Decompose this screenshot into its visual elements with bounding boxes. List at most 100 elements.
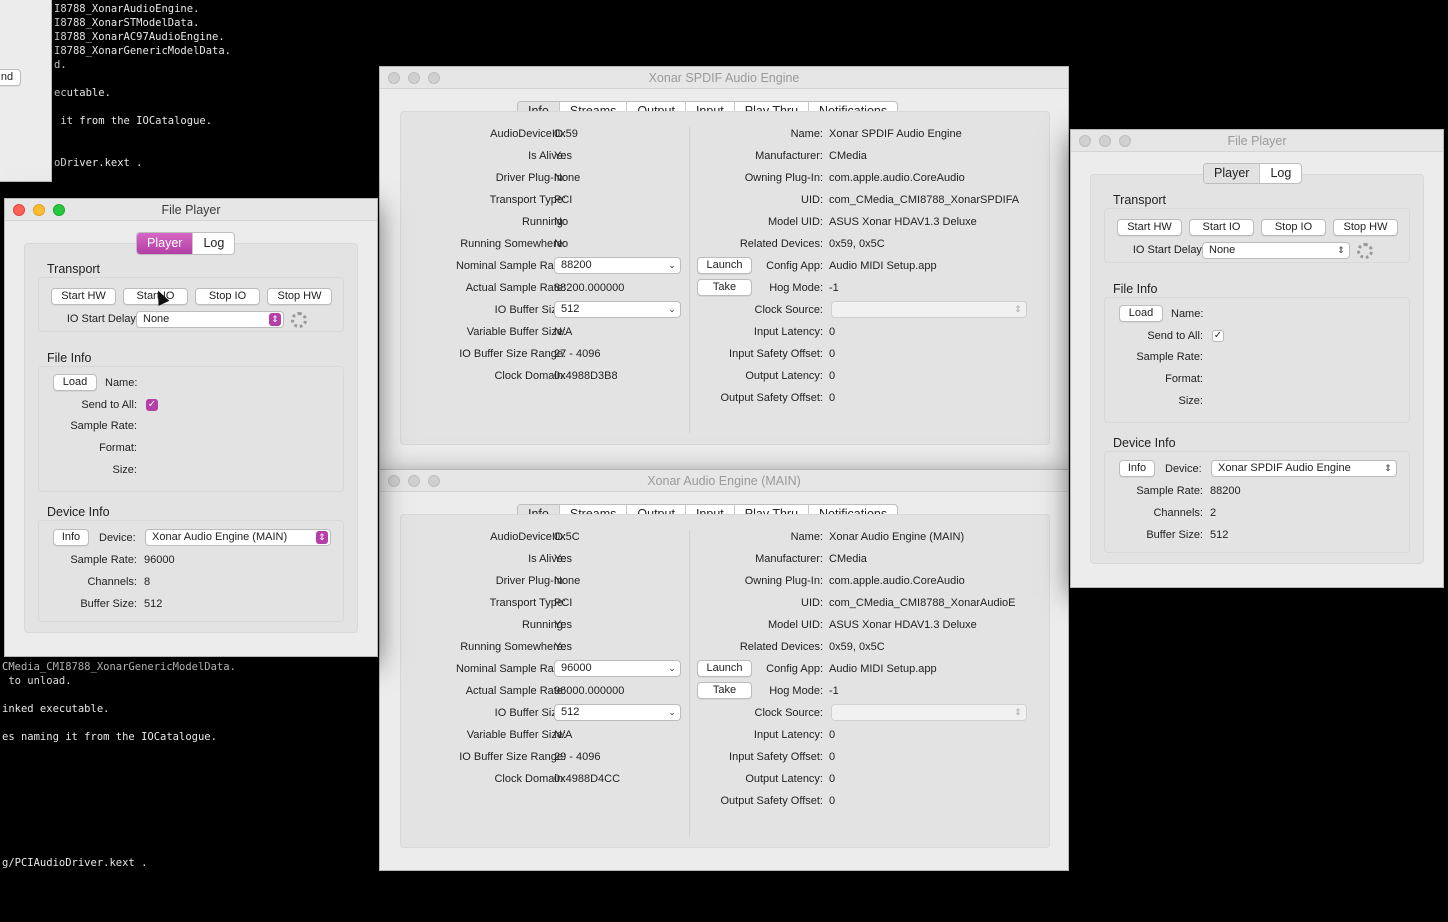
label-name: Name: (790, 128, 823, 140)
io-start-delay-popup[interactable]: None ⇕ (136, 311, 284, 328)
zoom-window-button[interactable] (53, 204, 65, 216)
clock-source-popup[interactable]: ⇕ (831, 704, 1027, 721)
size-label: Size: (112, 464, 137, 476)
background-window-fragment: nd (0, 0, 52, 182)
device-info-title: Device Info (1113, 436, 1176, 450)
io-buffer-size-value: 512 (561, 706, 580, 718)
stop-io-button[interactable]: Stop IO (195, 288, 260, 305)
model-uid-value: ASUS Xonar HDAV1.3 Deluxe (829, 619, 977, 631)
file-info-title: File Info (47, 351, 92, 365)
minimize-window-button[interactable] (408, 475, 420, 487)
label-model-uid: Model UID: (767, 619, 823, 631)
tab-log[interactable]: Log (192, 233, 234, 254)
label-clock-source: Clock Source: (754, 707, 823, 719)
clock-source-popup[interactable]: ⇕ (831, 301, 1027, 318)
io-buffer-size-popup[interactable]: 512 ⌄ (554, 301, 681, 318)
label-actual-sample-rate: Actual Sample Rate: (465, 685, 566, 697)
tab-player[interactable]: Player (137, 233, 193, 254)
transport-title: Transport (47, 262, 101, 276)
label-output-latency: Output Latency: (745, 370, 823, 382)
format-label: Format: (99, 442, 137, 454)
device-sample-rate-label: Sample Rate: (70, 554, 137, 566)
minimize-window-button[interactable] (408, 72, 420, 84)
stop-hw-button[interactable]: Stop HW (267, 288, 332, 305)
input-safety-offset-value: 0 (829, 751, 836, 763)
label-uid: UID: (801, 194, 823, 206)
label-clock-source: Clock Source: (754, 304, 823, 316)
start-hw-button[interactable]: Start HW (1117, 219, 1182, 236)
clock-domain-value: 0x4988D3B8 (554, 370, 618, 382)
io-buffer-size-popup[interactable]: 512 ⌄ (554, 704, 681, 721)
send-to-all-checkbox[interactable]: ✓ (146, 399, 158, 411)
device-sample-rate-value: 88200 (1210, 485, 1241, 497)
chevron-updown-icon: ⇕ (269, 313, 281, 326)
zoom-window-button[interactable] (428, 475, 440, 487)
chevron-updown-icon: ⇕ (1337, 245, 1345, 255)
close-window-button[interactable] (13, 204, 25, 216)
start-io-button[interactable]: Start IO (1189, 219, 1254, 236)
title-bar[interactable]: Xonar Audio Engine (MAIN) (380, 470, 1068, 492)
start-hw-button[interactable]: Start HW (51, 288, 116, 305)
stop-hw-button[interactable]: Stop HW (1333, 219, 1398, 236)
title-bar[interactable]: File Player (5, 199, 377, 221)
channels-value: 2 (1210, 507, 1217, 519)
window-controls (1079, 135, 1131, 147)
label-related-devices: Related Devices: (739, 238, 823, 250)
nominal-sample-rate-popup[interactable]: 96000 ⌄ (554, 660, 681, 677)
minimize-window-button[interactable] (1099, 135, 1111, 147)
io-start-delay-value: None (1209, 244, 1236, 256)
io-buffer-size-range-value: 27 - 4096 (554, 348, 601, 360)
label-hog-mode: Hog Mode: (769, 685, 823, 697)
variable-buffer-size-value: N/A (554, 729, 573, 741)
window-controls (13, 204, 65, 216)
label-owning-plugin: Owning Plug-In: (744, 575, 823, 587)
terminal-line: d. (54, 59, 67, 71)
transport-type-value: PCI (554, 597, 573, 609)
device-popup[interactable]: Xonar Audio Engine (MAIN) ⇕ (145, 529, 331, 546)
take-button[interactable]: Take (697, 279, 752, 296)
running-value: Yes (554, 619, 572, 631)
close-window-button[interactable] (388, 475, 400, 487)
terminal-line: I8788_XonarSTModelData. (54, 17, 200, 29)
is-alive-value: Yes (554, 553, 572, 565)
window-title: File Player (161, 202, 221, 217)
main-engine-window: Xonar Audio Engine (MAIN) Info Streams O… (379, 469, 1069, 871)
cut-off-button[interactable]: nd (0, 69, 21, 86)
zoom-window-button[interactable] (1119, 135, 1131, 147)
info-button[interactable]: Info (53, 529, 89, 546)
load-button[interactable]: Load (53, 374, 97, 391)
io-start-delay-label: IO Start Delay: (1132, 244, 1205, 256)
minimize-window-button[interactable] (33, 204, 45, 216)
chevron-down-icon: ⌄ (668, 663, 676, 673)
audio-device-id-value: 0x5C (554, 531, 580, 543)
title-bar[interactable]: File Player (1071, 130, 1443, 152)
title-bar[interactable]: Xonar SPDIF Audio Engine (380, 67, 1068, 89)
take-button[interactable]: Take (697, 682, 752, 699)
send-to-all-checkbox[interactable]: ✓ (1212, 330, 1224, 342)
io-buffer-size-value: 512 (561, 303, 580, 315)
window-title: Xonar Audio Engine (MAIN) (647, 473, 801, 488)
channels-value: 8 (144, 576, 151, 588)
terminal-line: I8788_XonarGenericModelData. (54, 45, 232, 57)
load-button[interactable]: Load (1119, 305, 1163, 322)
zoom-window-button[interactable] (428, 72, 440, 84)
launch-button[interactable]: Launch (697, 660, 752, 677)
nominal-sample-rate-popup[interactable]: 88200 ⌄ (554, 257, 681, 274)
launch-button[interactable]: Launch (697, 257, 752, 274)
chevron-updown-icon: ⇕ (1384, 463, 1392, 473)
close-window-button[interactable] (1079, 135, 1091, 147)
tab-player[interactable]: Player (1204, 164, 1260, 183)
io-start-delay-popup[interactable]: None ⇕ (1202, 242, 1350, 259)
device-popup[interactable]: Xonar SPDIF Audio Engine ⇕ (1211, 460, 1397, 477)
close-window-button[interactable] (388, 72, 400, 84)
stop-io-button[interactable]: Stop IO (1261, 219, 1326, 236)
tab-log[interactable]: Log (1259, 164, 1301, 183)
file-player-window-active: File Player Player Log Transport Start H… (4, 198, 378, 657)
running-somewhere-value: Yes (554, 641, 572, 653)
info-button[interactable]: Info (1119, 460, 1155, 477)
format-label: Format: (1165, 373, 1203, 385)
file-info-title: File Info (1113, 282, 1158, 296)
label-running-somewhere: Running Somewhere: (460, 641, 566, 653)
nominal-sample-rate-value: 88200 (561, 259, 592, 271)
device-sample-rate-value: 96000 (144, 554, 175, 566)
